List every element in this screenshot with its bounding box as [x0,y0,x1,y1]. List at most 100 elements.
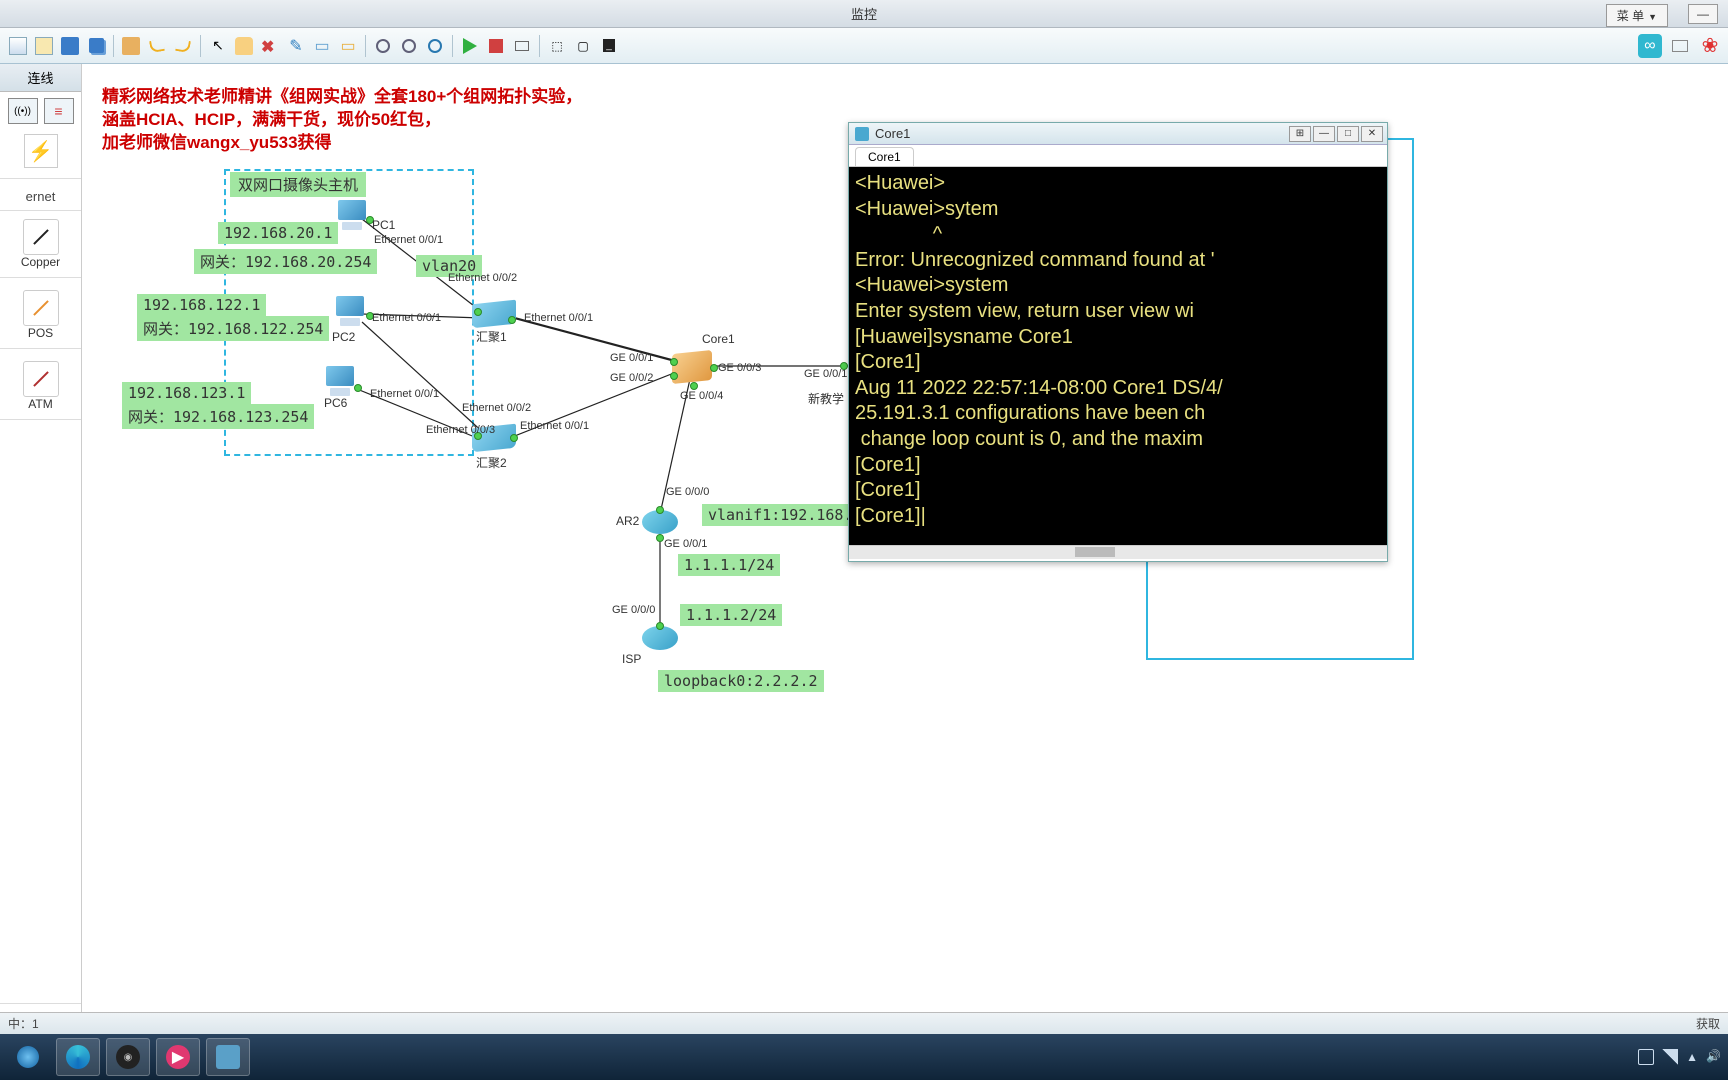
huiju2-port-left1: Ethernet 0/0/2 [462,402,531,414]
pan-tool-button[interactable] [232,34,256,58]
ar2-label: AR2 [616,514,639,528]
select-tool-button[interactable]: ↖ [206,34,230,58]
open-file-button[interactable] [32,34,56,58]
pc2-eth-label: Ethernet 0/0/1 [372,312,441,324]
cli-close-button[interactable]: ✕ [1361,126,1383,142]
pc2-gw: 网关：192.168.122.254 [137,316,329,341]
cli-minimize-button[interactable]: — [1313,126,1335,142]
sidebar-ethernet-title: ernet [0,183,81,211]
start-devices-button[interactable] [458,34,482,58]
zoom-out-button[interactable] [397,34,421,58]
auto-link-tool[interactable]: ⚡ [24,134,58,168]
pc6-eth-label: Ethernet 0/0/1 [370,388,439,400]
pc6-gw: 网关：192.168.123.254 [122,404,314,429]
rect-button[interactable]: ▭ [336,34,360,58]
core1-label: Core1 [702,332,735,346]
layout-button[interactable] [1668,34,1692,58]
note-button[interactable]: ▭ [310,34,334,58]
pc1-eth-label: Ethernet 0/0/1 [374,234,443,246]
app-titlebar: 监控 菜 单▼ — [0,0,1728,28]
cli-maximize-button[interactable]: □ [1337,126,1359,142]
sidebar-link-category[interactable]: ≡ [44,98,74,124]
status-bar: 中：1 获取 [0,1012,1728,1034]
atm-link-tool[interactable] [23,361,59,397]
device-pc2[interactable] [332,296,368,326]
status-right: 获取 [1696,1015,1720,1032]
port-dot [510,434,518,442]
port-dot [656,506,664,514]
undo-button[interactable] [145,34,169,58]
align-button[interactable]: ▢ [571,34,595,58]
minimize-button[interactable]: — [1688,4,1718,24]
menu-button[interactable]: 菜 单▼ [1606,4,1668,27]
pc2-label: PC2 [332,330,355,344]
taskbar-recorder[interactable]: ▶ [156,1038,200,1076]
taskbar-ensp[interactable] [206,1038,250,1076]
cli-output[interactable]: <Huawei><Huawei>sytem ^Error: Unrecogniz… [849,167,1387,545]
cli-app-icon [855,127,869,141]
delete-button[interactable]: ✖ [258,34,282,58]
system-tray[interactable]: ▲ 🔊 [1638,1049,1722,1065]
taskbar-edge[interactable] [56,1038,100,1076]
isp-port-up: GE 0/0/0 [612,604,655,616]
edit-button[interactable]: ✎ [284,34,308,58]
print-button[interactable] [119,34,143,58]
port-dot [690,382,698,390]
core1-port-far: GE 0/0/1 [804,368,847,380]
tray-battery-icon[interactable] [1638,1049,1654,1065]
app-title: 监控 [851,4,877,23]
redo-button[interactable] [171,34,195,58]
zoom-in-button[interactable] [371,34,395,58]
sidebar-wireless-category[interactable]: ((•)) [8,98,38,124]
cli-button[interactable]: _ [597,34,621,58]
ar2-port-down: GE 0/0/1 [664,538,707,550]
port-dot [354,384,362,392]
new-file-button[interactable] [6,34,30,58]
save-button[interactable] [58,34,82,58]
ar2-port-up: GE 0/0/0 [666,486,709,498]
tray-expand-icon[interactable]: ▲ [1686,1050,1698,1064]
port-dot [508,316,516,324]
group-button[interactable]: ⬚ [545,34,569,58]
core1-port-d: GE 0/0/4 [680,390,723,402]
promo-text: 精彩网络技术老师精讲《组网实战》全套180+个组网拓扑实验， 涵盖HCIA、HC… [102,86,582,155]
port-dot [474,308,482,316]
camera-host-group-title: 双网口摄像头主机 [230,172,366,197]
port-dot [840,362,848,370]
cli-tab-core1[interactable]: Core1 [855,147,914,166]
huiju1-label: 汇聚1 [476,328,507,345]
status-left: 中：1 [8,1015,39,1032]
pc6-label: PC6 [324,396,347,410]
cloud-button[interactable]: ∞ [1638,34,1662,58]
save-all-button[interactable] [84,34,108,58]
zoom-fit-button[interactable] [423,34,447,58]
isp-wan: 1.1.1.2/24 [680,604,782,626]
taskbar-obs[interactable]: ◉ [106,1038,150,1076]
cli-title: Core1 [875,126,910,141]
core1-port-l2: GE 0/0/2 [610,372,653,384]
huiju2-port-left2: Ethernet 0/0/3 [426,424,495,436]
ar2-vlanif: vlanif1:192.168.2 [702,504,868,526]
isp-loopback: loopback0:2.2.2.2 [658,670,824,692]
device-pc6[interactable] [322,366,358,396]
stop-devices-button[interactable] [484,34,508,58]
start-button[interactable] [6,1038,50,1076]
device-pc1[interactable] [334,200,370,230]
port-dot [670,372,678,380]
cli-window-core1[interactable]: Core1 ⊞ — □ ✕ Core1 <Huawei><Huawei>syte… [848,122,1388,562]
core1-far-label: 新教学 [808,390,844,407]
core1-port-r: GE 0/0/3 [718,362,761,374]
device-core1[interactable] [672,350,712,384]
tray-volume-icon[interactable]: 🔊 [1706,1049,1722,1065]
huiju2-label: 汇聚2 [476,454,507,471]
pc1-label: PC1 [372,218,395,232]
cli-titlebar[interactable]: Core1 ⊞ — □ ✕ [849,123,1387,145]
pos-link-tool[interactable] [23,290,59,326]
windows-taskbar: ◉ ▶ ▲ 🔊 [0,1034,1728,1080]
capture-button[interactable] [510,34,534,58]
cli-h-scrollbar[interactable] [849,545,1387,559]
copper-link-tool[interactable] [23,219,59,255]
cli-options-button[interactable]: ⊞ [1289,126,1311,142]
main-toolbar: ↖ ✖ ✎ ▭ ▭ ⬚ ▢ _ ∞ ❀ [0,28,1728,64]
tray-network-icon[interactable] [1662,1049,1678,1065]
